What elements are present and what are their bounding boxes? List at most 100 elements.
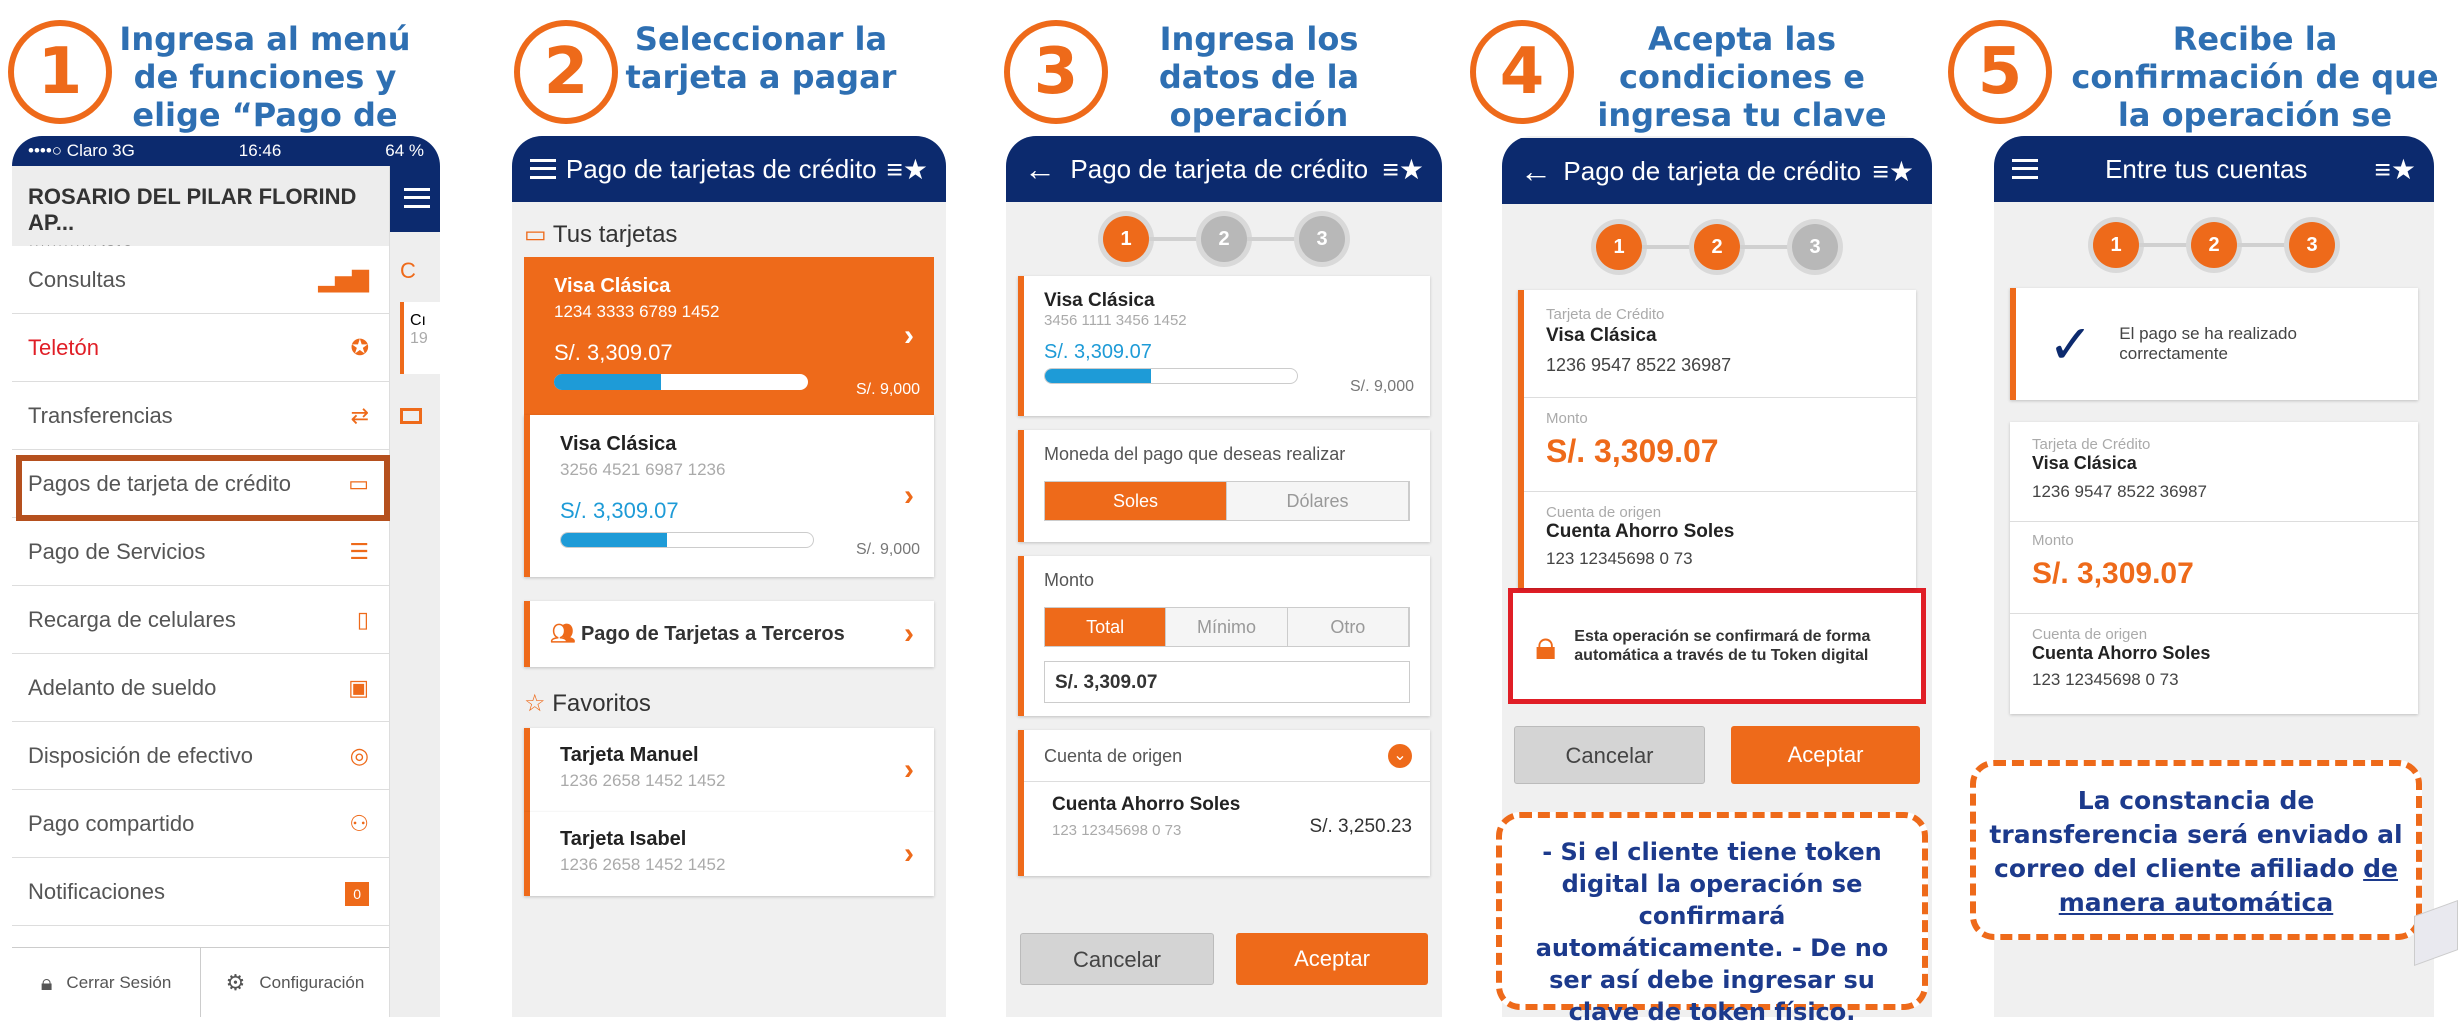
document-icon: ☰	[349, 539, 369, 564]
accept-button[interactable]: Aceptar	[1236, 933, 1428, 985]
origin-header[interactable]: Cuenta de origen ⌄	[1024, 730, 1430, 782]
menu-icon[interactable]	[404, 188, 430, 208]
card-item-selected[interactable]: Visa Clásica 1234 3333 6789 1452 S/. 3,3…	[524, 257, 934, 415]
favorites-section: ☆ Favoritos	[512, 667, 946, 728]
card-item[interactable]: Visa Clásica 3256 4521 6987 1236 S/. 3,3…	[524, 415, 934, 577]
menu-item[interactable]: Pago compartido ⚇	[12, 790, 389, 858]
side-menu: ROSARIO DEL PILAR FLORIND AP... ********…	[12, 166, 390, 1017]
step-2: 2 Seleccionar la tarjeta a pagar Pago de…	[506, 0, 946, 1017]
card-limit: S/. 9,000	[855, 541, 920, 558]
third-party-button[interactable]: 👥︎ Pago de Tarjetas a Terceros ›	[524, 601, 934, 667]
stepper: 1 2 3	[1006, 202, 1442, 276]
back-arrow-icon[interactable]: ←	[1024, 151, 1056, 188]
origin-name: Cuenta Ahorro Soles	[2032, 643, 2211, 663]
favorite-item[interactable]: Tarjeta Isabel 1236 2658 1452 1452 ›	[524, 812, 934, 896]
currency-dolares[interactable]: Dólares	[1227, 482, 1409, 520]
amount-total[interactable]: Total	[1045, 608, 1167, 646]
action-bar: Cancelar Aceptar	[1020, 933, 1428, 985]
nav-title: Pago de tarjeta de crédito	[1070, 153, 1369, 184]
accept-button[interactable]: Aceptar	[1731, 726, 1920, 784]
amount-value: S/. 3,309.07	[2032, 557, 2194, 590]
menu-item[interactable]: Recarga de celulares ▯	[12, 586, 389, 654]
step-4: 4 Acepta las condiciones e ingresa tu cl…	[1462, 0, 1932, 1026]
favorite-item[interactable]: Tarjeta Manuel 1236 2658 1452 1452 ›	[524, 728, 934, 812]
chevron-right-icon: ›	[904, 837, 914, 870]
cancel-button[interactable]: Cancelar	[1020, 933, 1214, 985]
chevron-down-icon: ⌄	[1388, 744, 1412, 768]
step-dot-active: 1	[1596, 224, 1642, 270]
stepper: 1 2 3	[1502, 204, 1932, 290]
menu-item[interactable]: Transferencias ⇄	[12, 382, 389, 450]
favorite-number: 1236 2658 1452 1452	[560, 855, 726, 874]
phone-payment-form: ← Pago de tarjeta de crédito ≡★ 1 2 3 Visa C…	[1006, 136, 1442, 1017]
note-text: La constancia de transferencia será envi…	[1989, 786, 2403, 883]
menu-item-label: Notificaciones	[28, 879, 165, 904]
success-message: El pago se ha realizado correctamente	[2119, 324, 2297, 363]
favorites-icon[interactable]: ≡★	[2375, 153, 2416, 186]
step-number: 2	[514, 20, 618, 124]
card-name: Visa Clásica	[1546, 325, 1657, 346]
card-number: 1236 9547 8522 36987	[2032, 482, 2207, 501]
currency-soles[interactable]: Soles	[1045, 482, 1227, 520]
favorites-icon[interactable]: ≡★	[887, 153, 928, 186]
token-message: Esta operación se confirmará de forma au…	[1574, 628, 1871, 664]
origin-label: Cuenta de origen	[1546, 504, 1662, 521]
chevron-right-icon: ›	[904, 479, 914, 512]
peek-panel: C Cı 19	[390, 166, 440, 1017]
cancel-button[interactable]: Cancelar	[1514, 726, 1705, 784]
menu-list: Consultas ▂▅▇ Teletón ✪ Transferencias ⇄ Pagos…	[12, 246, 389, 926]
nav-title: Pago de tarjetas de crédito	[565, 153, 877, 184]
menu-item-label: Disposición de efectivo	[28, 743, 254, 768]
favorites-icon[interactable]: ≡★	[1873, 155, 1914, 188]
gear-icon: ⚙︎	[225, 969, 246, 995]
origin-account[interactable]: Cuenta Ahorro Soles 123 12345698 0 73 S/…	[1024, 782, 1430, 851]
amount-input[interactable]: S/. 3,309.07	[1044, 661, 1410, 703]
menu-item-label: Transferencias	[28, 403, 173, 428]
summary-card-row: Tarjeta de Crédito Visa Clásica 1236 954…	[1524, 290, 1916, 398]
settings-button[interactable]: ⚙︎ Configuración	[201, 948, 389, 1017]
section-title: Favoritos	[552, 690, 651, 717]
favorite-name: Tarjeta Manuel	[560, 744, 699, 766]
menu-item-label: Consultas	[28, 267, 126, 292]
amount-section: Monto Total Mínimo Otro S/. 3,309.07	[1018, 556, 1430, 716]
menu-icon[interactable]	[530, 159, 556, 179]
origin-number: 123 12345698 0 73	[2032, 670, 2179, 689]
step-1: 1 Ingresa al menú de funciones y elige “…	[0, 0, 440, 1017]
origin-label: Cuenta de origen	[1044, 746, 1183, 766]
menu-item[interactable]: Pago de Servicios ☰	[12, 518, 389, 586]
step-5: 5 Recibe la confirmación de que la opera…	[1940, 0, 2458, 1017]
favorites-icon[interactable]: ≡★	[1383, 153, 1424, 186]
menu-footer: 🔒︎ Cerrar Sesión ⚙︎ Configuración	[12, 947, 389, 1017]
usage-bar	[1044, 368, 1298, 384]
menu-item[interactable]: Consultas ▂▅▇	[12, 246, 389, 314]
favorite-name: Tarjeta Isabel	[560, 828, 687, 850]
back-arrow-icon[interactable]: ←	[1520, 153, 1552, 190]
menu-item[interactable]: Teletón ✪	[12, 314, 389, 382]
card-number: 3256 4521 6987 1236	[560, 460, 726, 479]
peek-card: Cı 19	[400, 302, 440, 374]
settings-label: Configuración	[259, 972, 365, 992]
card-name: Visa Clásica	[1044, 290, 1155, 311]
menu-item-label: Pago compartido	[28, 811, 195, 836]
nav-bar: Entre tus cuentas ≡★	[1994, 136, 2434, 202]
amount-otro[interactable]: Otro	[1287, 608, 1409, 646]
peek-nav	[390, 166, 440, 232]
phone-cards: Pago de tarjetas de crédito ≡★ ▭ Tus tarj…	[512, 136, 946, 1017]
currency-toggle: Soles Dólares	[1044, 481, 1410, 521]
card-label: Tarjeta de Crédito	[1546, 306, 1665, 323]
token-notice: 🔒︎ Esta operación se confirmará de forma…	[1508, 588, 1926, 704]
step-number: 4	[1470, 20, 1574, 124]
amount-minimo[interactable]: Mínimo	[1166, 608, 1288, 646]
menu-item[interactable]: Disposición de efectivo ◎	[12, 722, 389, 790]
currency-section: Moneda del pago que deseas realizar Sole…	[1018, 430, 1430, 542]
status-bar: ••••○ Claro 3G 16:46 64 %	[12, 136, 440, 166]
card-amount: S/. 3,309.07	[554, 340, 673, 365]
teleton-icon: ✪	[350, 335, 369, 360]
logout-button[interactable]: 🔒︎ Cerrar Sesión	[12, 948, 201, 1017]
summary-card: Tarjeta de Crédito Visa Clásica 1236 954…	[1518, 290, 1916, 588]
menu-icon[interactable]	[2012, 159, 2038, 179]
menu-item[interactable]: Adelanto de sueldo ▣	[12, 654, 389, 722]
card-number: 1234 3333 6789 1452	[554, 302, 720, 321]
menu-item[interactable]: Notificaciones 0	[12, 858, 389, 926]
star-icon: ☆	[524, 690, 553, 717]
